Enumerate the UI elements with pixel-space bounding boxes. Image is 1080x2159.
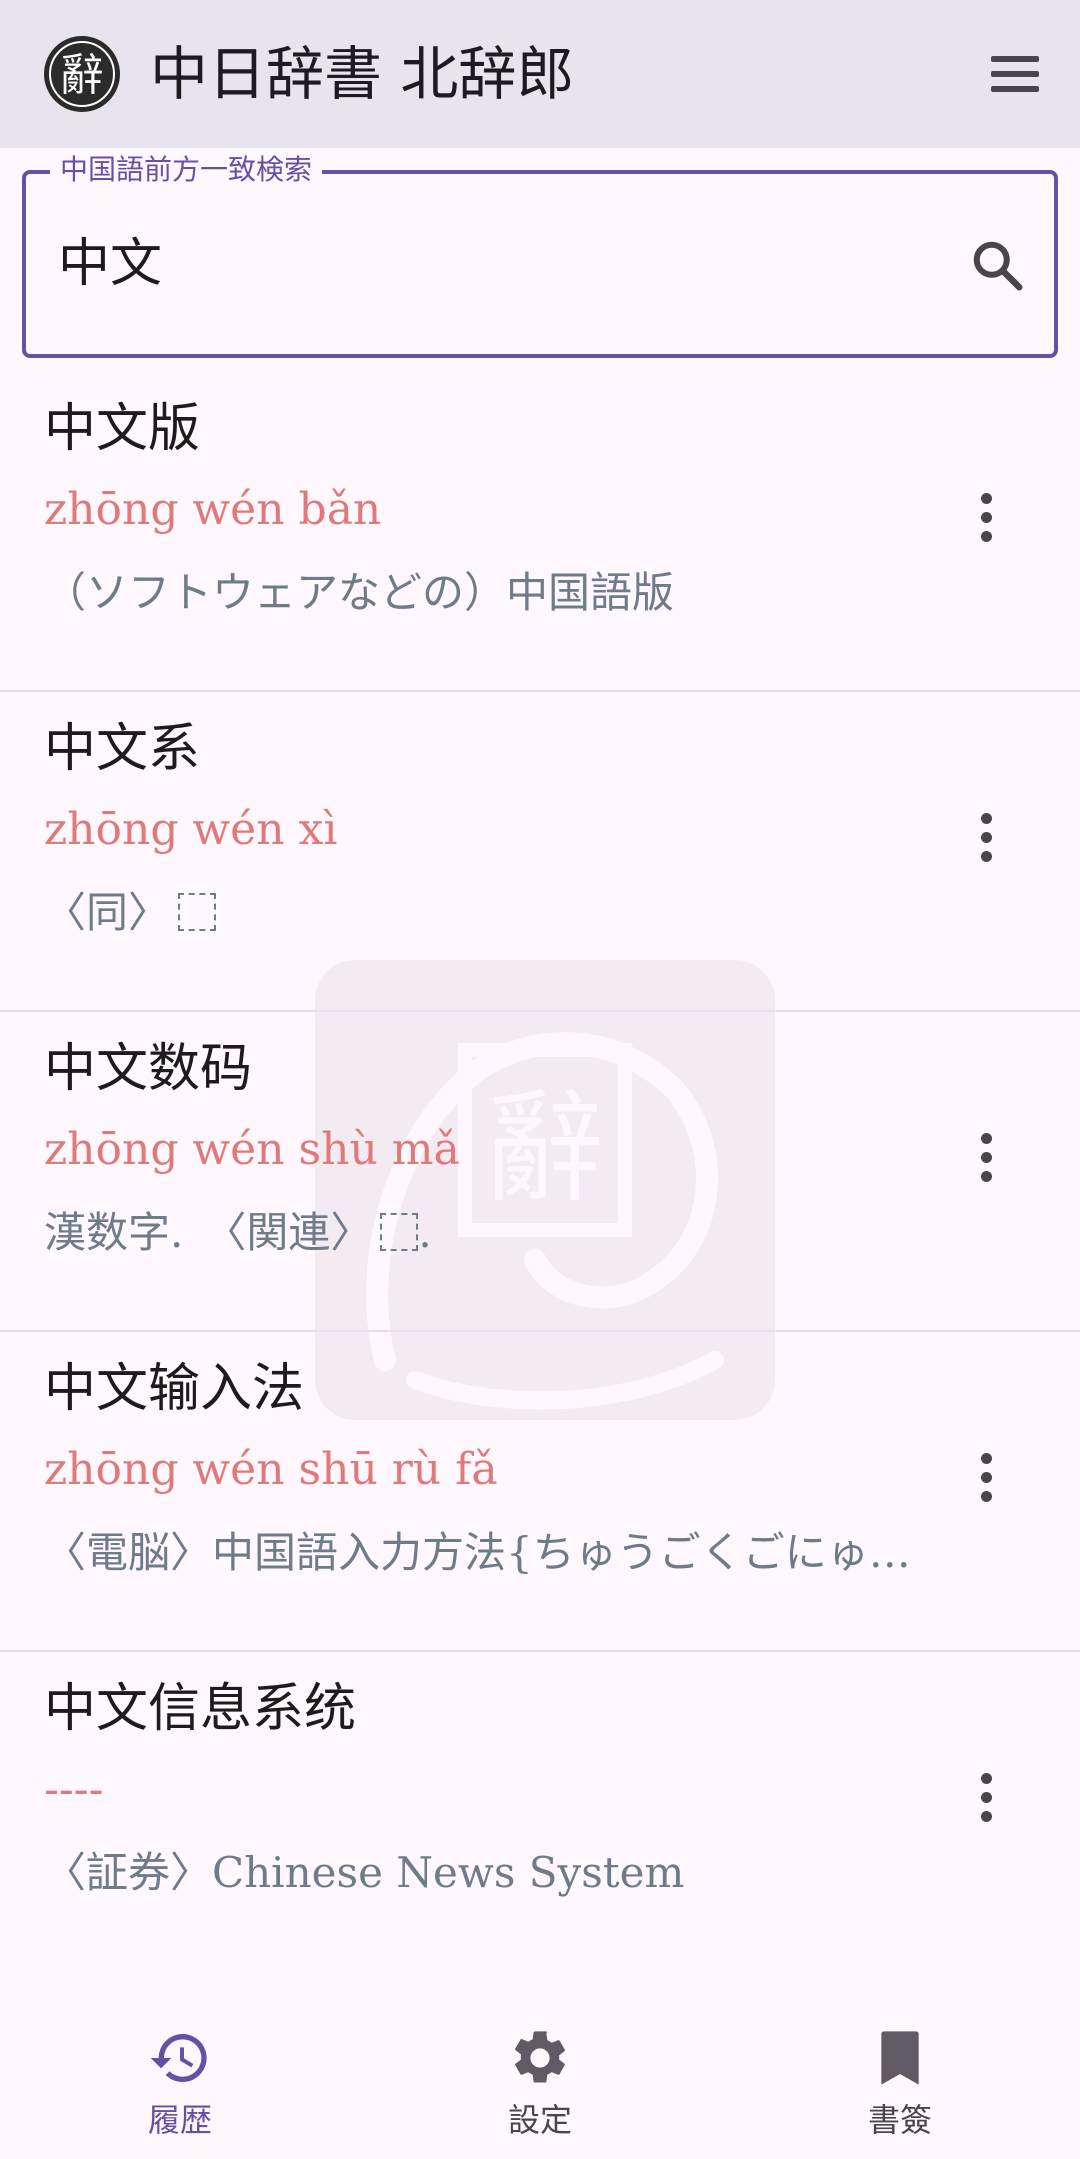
history-icon	[148, 2026, 212, 2090]
nav-label-settings: 設定	[507, 2101, 572, 2139]
app-logo-icon: 辭	[42, 34, 122, 114]
nav-label-history: 履歴	[147, 2101, 212, 2139]
result-item[interactable]: 中文版 zhōng wén bǎn （ソフトウェアなどの）中国語版	[0, 372, 1080, 692]
result-pinyin: zhōng wén shū rù fǎ	[44, 1444, 498, 1495]
result-meaning: 〈同〉	[44, 888, 171, 937]
result-pinyin: ----	[44, 1764, 104, 1815]
search-icon[interactable]	[968, 236, 1028, 296]
more-vertical-icon[interactable]	[965, 1122, 1007, 1192]
more-vertical-icon[interactable]	[965, 1762, 1007, 1832]
result-word: 中文系	[44, 719, 201, 779]
app-logo-char: 辭	[60, 50, 104, 101]
app-bar: 辭 中日辞書 北辞郎	[0, 0, 1080, 148]
result-item[interactable]: 中文信息系统 ---- 〈証券〉Chinese News System	[0, 1652, 1080, 1972]
result-word: 中文版	[44, 399, 201, 459]
result-meaning-suffix: .	[418, 1208, 432, 1257]
search-label: 中国語前方一致検索	[50, 150, 323, 190]
search-input[interactable]: 中文	[58, 232, 162, 296]
more-vertical-icon[interactable]	[965, 1442, 1007, 1512]
missing-glyph-icon	[178, 893, 217, 931]
result-word: 中文输入法	[44, 1359, 305, 1419]
result-item[interactable]: 中文数码 zhōng wén shù mǎ 漢数字. 〈関連〉.	[0, 1012, 1080, 1332]
result-meaning: （ソフトウェアなどの）中国語版	[44, 568, 675, 617]
app-title: 中日辞書 北辞郎	[150, 40, 575, 108]
bookmark-icon	[868, 2026, 932, 2090]
nav-item-settings[interactable]: 設定	[360, 1950, 720, 2159]
result-item[interactable]: 中文系 zhōng wén xì 〈同〉	[0, 692, 1080, 1012]
result-meaning: 漢数字. 〈関連〉	[44, 1208, 373, 1257]
result-meaning-line: 漢数字. 〈関連〉.	[44, 1206, 924, 1260]
result-meaning-line: 〈同〉	[44, 886, 924, 940]
bottom-navigation: 履歴 設定 書簽	[0, 1950, 1080, 2159]
hamburger-menu-icon[interactable]	[982, 46, 1048, 102]
more-vertical-icon[interactable]	[965, 482, 1007, 552]
nav-item-history[interactable]: 履歴	[0, 1950, 360, 2159]
result-pinyin: zhōng wén xì	[44, 804, 338, 855]
nav-item-bookmarks[interactable]: 書簽	[720, 1950, 1080, 2159]
result-word: 中文信息系统	[44, 1679, 357, 1739]
result-meaning: 〈電脳〉中国語入力方法{ちゅうごくごにゅ…	[44, 1528, 911, 1577]
results-list: 中文版 zhōng wén bǎn （ソフトウェアなどの）中国語版 中文系 zh…	[0, 372, 1080, 1972]
gear-icon	[508, 2026, 572, 2090]
search-field[interactable]: 中国語前方一致検索 中文	[22, 150, 1058, 358]
nav-label-bookmarks: 書簽	[867, 2101, 932, 2139]
missing-glyph-icon	[380, 1213, 419, 1251]
result-pinyin: zhōng wén bǎn	[44, 484, 382, 535]
result-meaning: 〈証券〉Chinese News System	[44, 1848, 685, 1897]
result-item[interactable]: 中文输入法 zhōng wén shū rù fǎ 〈電脳〉中国語入力方法{ちゅ…	[0, 1332, 1080, 1652]
more-vertical-icon[interactable]	[965, 802, 1007, 872]
result-word: 中文数码	[44, 1039, 253, 1099]
result-pinyin: zhōng wén shù mǎ	[44, 1124, 460, 1175]
